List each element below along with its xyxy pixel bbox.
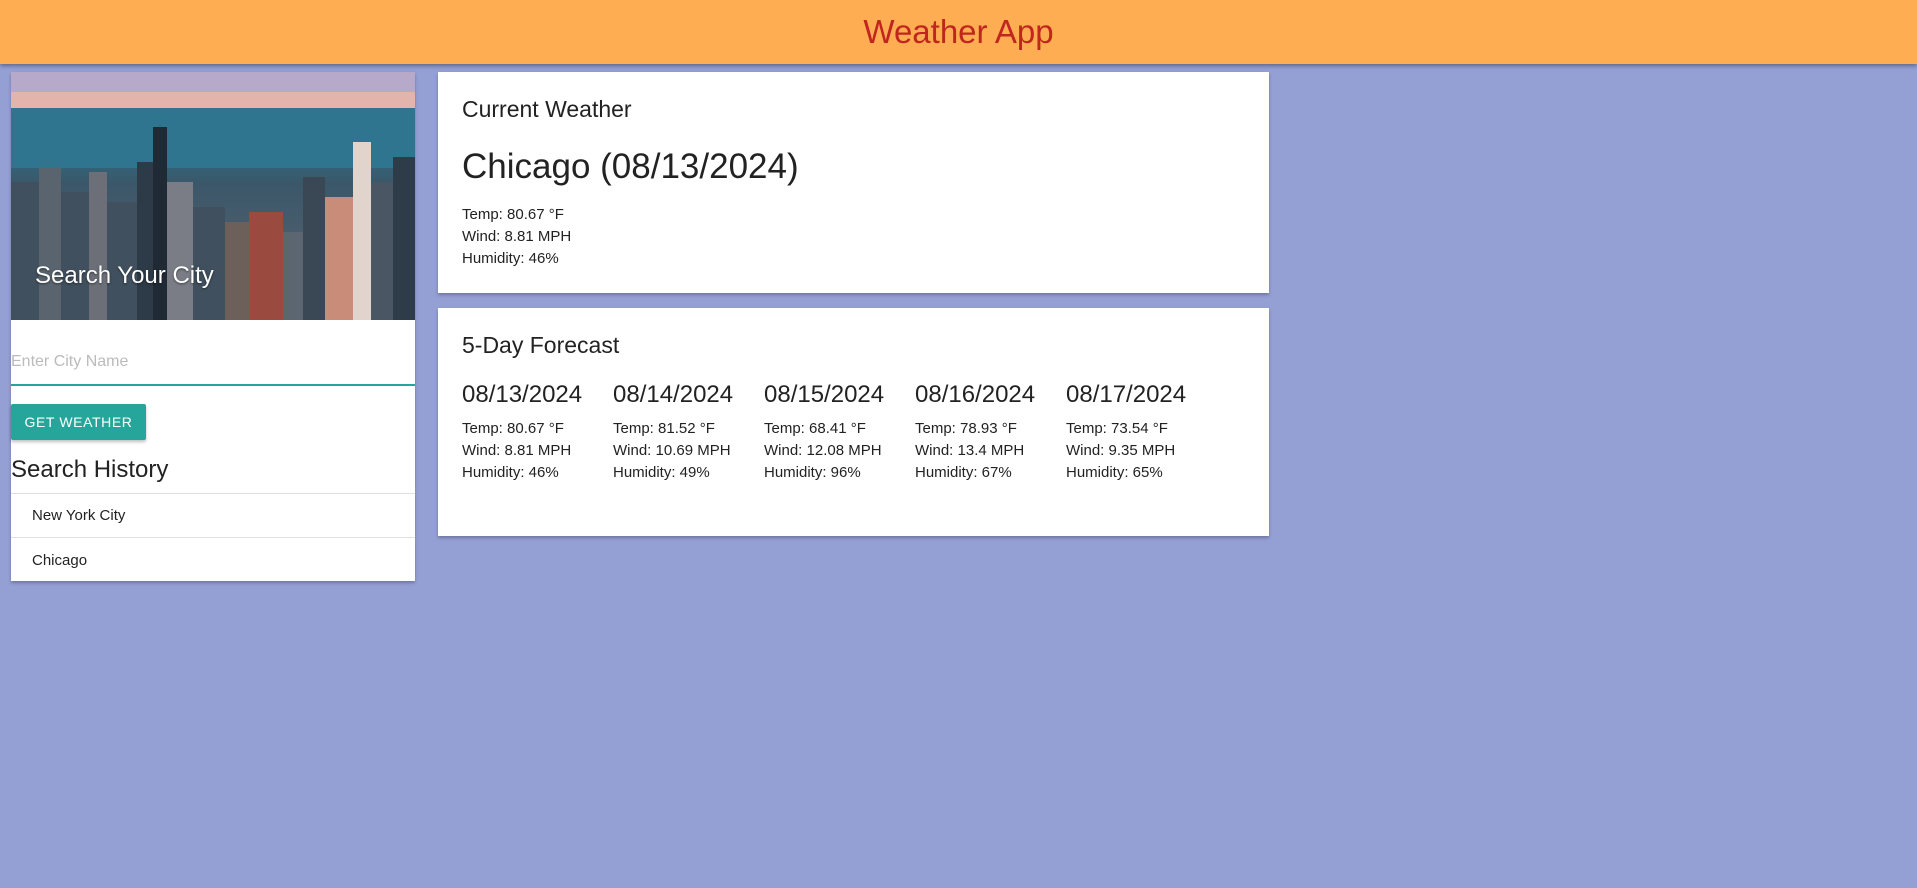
history-item-new-york-city[interactable]: New York City — [11, 494, 415, 538]
current-stats: Temp: 80.67 °F Wind: 8.81 MPH Humidity: … — [462, 204, 1245, 270]
forecast-date: 08/16/2024 — [915, 381, 1036, 408]
get-weather-button[interactable]: GET WEATHER — [11, 404, 146, 440]
forecast-day: 08/17/2024 Temp: 73.54 °F Wind: 9.35 MPH… — [1066, 381, 1217, 484]
forecast-wind: Wind: 8.81 MPH — [462, 442, 572, 459]
current-humidity: Humidity: 46% — [462, 250, 559, 267]
forecast-wind: Wind: 12.08 MPH — [764, 442, 882, 459]
app-title: Weather App — [863, 13, 1054, 50]
forecast-temp: Temp: 78.93 °F — [915, 420, 1017, 437]
image-title: Search Your City — [35, 262, 214, 289]
forecast-humidity: Humidity: 67% — [915, 464, 1012, 481]
forecast-date: 08/13/2024 — [462, 381, 583, 408]
search-history-title: Search History — [11, 456, 169, 483]
forecast-wind: Wind: 13.4 MPH — [915, 442, 1025, 459]
search-history-list: New York City Chicago — [11, 493, 415, 582]
forecast-date: 08/17/2024 — [1066, 381, 1187, 408]
current-city-date: Chicago (08/13/2024) — [462, 147, 799, 186]
app-header: Weather App — [0, 0, 1917, 64]
forecast-date: 08/14/2024 — [613, 381, 734, 408]
current-wind: Wind: 8.81 MPH — [462, 228, 572, 245]
forecast-wind: Wind: 10.69 MPH — [613, 442, 731, 459]
forecast-title: 5-Day Forecast — [462, 332, 620, 358]
forecast-temp: Temp: 68.41 °F — [764, 420, 866, 437]
forecast-wind: Wind: 9.35 MPH — [1066, 442, 1176, 459]
forecast-day: 08/13/2024 Temp: 80.67 °F Wind: 8.81 MPH… — [462, 381, 613, 484]
forecast-temp: Temp: 73.54 °F — [1066, 420, 1168, 437]
current-weather-title: Current Weather — [462, 96, 632, 122]
forecast-date: 08/15/2024 — [764, 381, 885, 408]
city-skyline-image: Search Your City — [11, 72, 415, 320]
search-panel: Search Your City GET WEATHER Search Hist… — [11, 72, 415, 581]
forecast-card: 5-Day Forecast 08/13/2024 Temp: 80.67 °F… — [438, 308, 1269, 536]
forecast-day: 08/16/2024 Temp: 78.93 °F Wind: 13.4 MPH… — [915, 381, 1066, 484]
forecast-humidity: Humidity: 96% — [764, 464, 861, 481]
forecast-temp: Temp: 80.67 °F — [462, 420, 564, 437]
current-weather-card: Current Weather Chicago (08/13/2024) Tem… — [438, 72, 1269, 293]
current-temp: Temp: 80.67 °F — [462, 206, 564, 223]
history-item-chicago[interactable]: Chicago — [11, 538, 415, 582]
forecast-humidity: Humidity: 49% — [613, 464, 710, 481]
forecast-day: 08/14/2024 Temp: 81.52 °F Wind: 10.69 MP… — [613, 381, 764, 484]
forecast-humidity: Humidity: 65% — [1066, 464, 1163, 481]
forecast-humidity: Humidity: 46% — [462, 464, 559, 481]
forecast-temp: Temp: 81.52 °F — [613, 420, 715, 437]
forecast-days: 08/13/2024 Temp: 80.67 °F Wind: 8.81 MPH… — [462, 381, 1245, 484]
forecast-day: 08/15/2024 Temp: 68.41 °F Wind: 12.08 MP… — [764, 381, 915, 484]
city-search-input[interactable] — [11, 340, 415, 386]
